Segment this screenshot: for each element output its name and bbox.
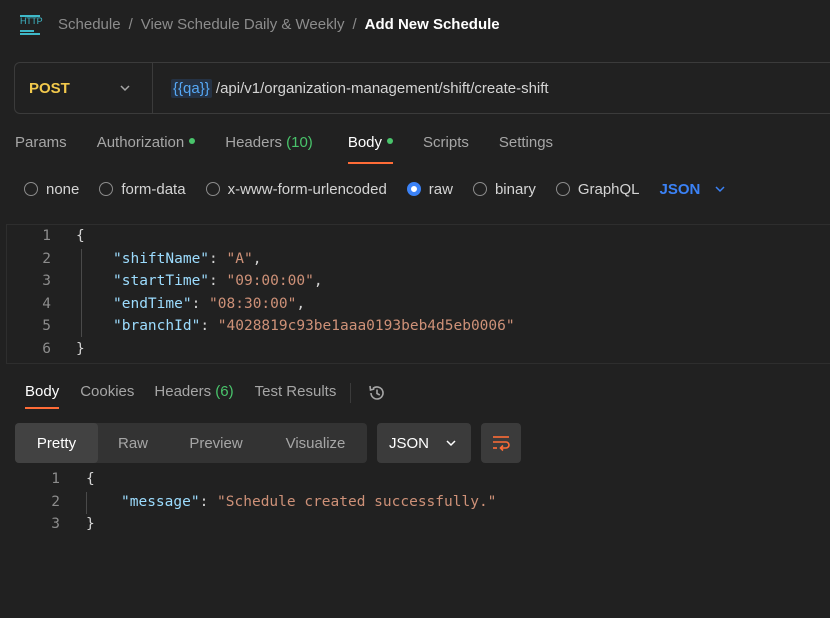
indent-guide (81, 249, 82, 337)
radio-raw[interactable]: raw (406, 181, 453, 198)
code-line: 1 { (42, 228, 85, 244)
headers-count: (6) (215, 383, 234, 400)
tab-settings[interactable]: Settings (499, 134, 553, 164)
code-line: 5 "branchId": "4028819c93be1aaa0193beb4d… (42, 318, 515, 334)
tab-scripts[interactable]: Scripts (423, 134, 469, 164)
code-line: 3 "startTime": "09:00:00", (42, 273, 323, 289)
radio-circle[interactable] (99, 182, 114, 196)
breadcrumb: HTTP Schedule / View Schedule Daily & We… (20, 12, 500, 36)
view-pretty[interactable]: Pretty (15, 423, 98, 463)
headers-count: (10) (286, 134, 313, 151)
wrap-lines-button[interactable] (481, 423, 521, 463)
chevron-down-icon (715, 186, 725, 193)
code-line: 2 "message": "Schedule created successfu… (51, 494, 497, 510)
code-line: 4 "endTime": "08:30:00", (42, 296, 306, 312)
code-line: 2 "shiftName": "A", (42, 251, 262, 267)
url-path: /api/v1/organization-management/shift/cr… (215, 79, 549, 97)
indent-guide (86, 492, 87, 514)
radio-circle[interactable] (406, 182, 421, 196)
chevron-down-icon (120, 85, 130, 92)
tab-cookies[interactable]: Cookies (80, 383, 134, 409)
status-dot (387, 138, 394, 145)
radio-form-data[interactable]: form-data (99, 181, 186, 198)
code-line: 1 { (51, 471, 95, 487)
radio-urlencoded[interactable]: x-www-form-urlencoded (205, 181, 387, 198)
body-format-select[interactable]: JSON (660, 181, 727, 198)
wrap-lines-icon (493, 436, 510, 452)
radio-none[interactable]: none (24, 181, 79, 198)
radio-circle[interactable] (24, 182, 38, 196)
view-preview[interactable]: Preview (168, 423, 264, 463)
radio-binary[interactable]: binary (472, 181, 536, 198)
status-dot (189, 138, 196, 145)
http-icon: HTTP (20, 14, 43, 35)
radio-circle[interactable] (472, 182, 487, 196)
request-body-editor[interactable]: 1 { 2 "shiftName": "A", 3 "startTime": "… (6, 224, 830, 364)
tab-body[interactable]: Body (347, 134, 394, 164)
response-format-select[interactable]: JSON (377, 423, 471, 463)
tab-test-results[interactable]: Test Results (255, 383, 337, 409)
url-variable[interactable]: {{qa}} (171, 78, 212, 98)
tab-response-body[interactable]: Body (25, 383, 60, 409)
breadcrumb-item-view-schedule[interactable]: View Schedule Daily & Weekly (141, 16, 345, 33)
radio-circle[interactable] (555, 182, 570, 196)
request-tabs: Params Authorization Headers (10) Body S… (15, 134, 553, 164)
breadcrumb-separator: / (128, 15, 133, 33)
page-title[interactable]: Add New Schedule (365, 16, 500, 33)
method-select[interactable]: POST (15, 63, 153, 113)
chevron-down-icon (446, 440, 456, 447)
request-url-bar: POST {{qa}} /api/v1/organization-managem… (14, 62, 830, 114)
tab-params[interactable]: Params (15, 134, 67, 164)
breadcrumb-separator: / (352, 15, 357, 33)
code-line: 6 } (42, 341, 85, 357)
view-raw[interactable]: Raw (98, 423, 168, 463)
breadcrumb-item-schedule[interactable]: Schedule (58, 16, 121, 33)
code-line: 3 } (51, 516, 95, 532)
tab-response-headers[interactable]: Headers (6) (154, 383, 233, 409)
response-view-toggle: Pretty Raw Preview Visualize (15, 423, 367, 463)
divider (350, 383, 352, 403)
url-input[interactable]: {{qa}} /api/v1/organization-management/s… (153, 78, 549, 98)
radio-circle[interactable] (205, 182, 220, 196)
tab-headers[interactable]: Headers (10) (225, 134, 313, 164)
body-type-selector: none form-data x-www-form-urlencoded raw… (24, 178, 726, 200)
response-body-viewer[interactable]: 1 { 2 "message": "Schedule created succe… (0, 468, 830, 538)
history-icon[interactable] (367, 383, 387, 403)
view-visualize[interactable]: Visualize (264, 423, 367, 463)
tab-authorization[interactable]: Authorization (97, 134, 196, 164)
radio-graphql[interactable]: GraphQL (555, 181, 640, 198)
method-label: POST (29, 79, 70, 97)
response-tabs: Body Cookies Headers (6) Test Results (25, 383, 387, 413)
